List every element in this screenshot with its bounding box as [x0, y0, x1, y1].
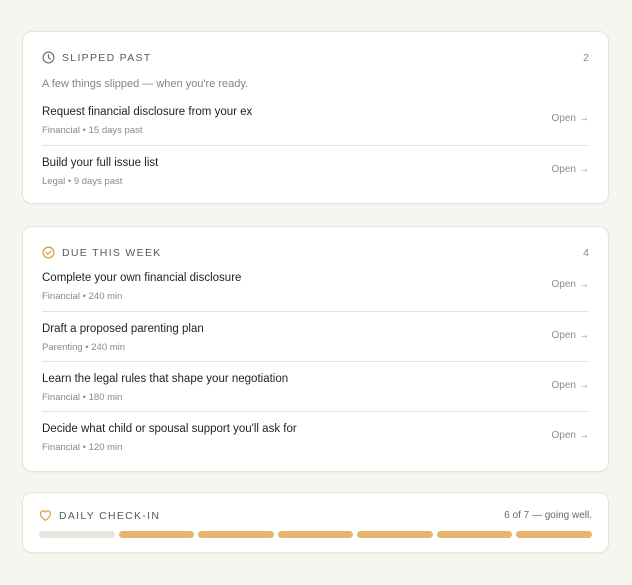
due-this-week-header: Due this week 4: [42, 246, 589, 259]
task-meta: Financial • 180 min: [42, 392, 123, 403]
progress-segment-filled: [436, 531, 513, 538]
task-meta: Legal • 9 days past: [42, 176, 123, 187]
due-this-week-count: 4: [583, 246, 589, 259]
progress-segment-filled: [357, 531, 433, 538]
slipped-past-header: Slipped past 2: [42, 51, 589, 64]
task-row[interactable]: Build your full issue list Legal • 9 day…: [42, 145, 589, 195]
arrow-right-icon: →: [579, 279, 589, 290]
progress-segment-empty: [39, 531, 115, 538]
open-label: Open: [551, 430, 576, 441]
open-label: Open: [551, 113, 576, 124]
task-title: Draft a proposed parenting plan: [42, 323, 204, 335]
task-title: Request financial disclosure from your e…: [42, 106, 253, 118]
task-title: Build your full issue list: [42, 157, 159, 169]
slipped-past-title: Slipped past: [62, 51, 152, 64]
task-row[interactable]: Decide what child or spousal support you…: [42, 411, 589, 461]
task-meta: Financial • 120 min: [42, 442, 123, 453]
open-button[interactable]: Open →: [552, 330, 589, 341]
task-title: Decide what child or spousal support you…: [42, 423, 297, 435]
open-button[interactable]: Open →: [552, 164, 589, 175]
open-button[interactable]: Open →: [552, 430, 589, 441]
arrow-right-icon: →: [579, 330, 589, 341]
check-in-progress-bar: [39, 531, 593, 538]
task-title: Learn the legal rules that shape your ne…: [42, 373, 289, 385]
task-row[interactable]: Draft a proposed parenting plan Parentin…: [42, 311, 589, 361]
arrow-right-icon: →: [579, 164, 589, 175]
progress-segment-filled: [198, 531, 274, 538]
open-label: Open: [551, 380, 576, 391]
task-meta: Financial • 240 min: [42, 291, 123, 302]
task-row[interactable]: Request financial disclosure from your e…: [42, 95, 589, 145]
slipped-past-card: Slipped past 2 A few things slipped — wh…: [22, 31, 609, 204]
task-row[interactable]: Learn the legal rules that shape your ne…: [42, 361, 589, 411]
arrow-right-icon: →: [579, 380, 589, 391]
open-label: Open: [551, 330, 576, 341]
open-label: Open: [551, 279, 576, 290]
slipped-past-intro: A few things slipped — when you're ready…: [42, 78, 249, 90]
clock-icon: [42, 51, 55, 64]
slipped-past-count: 2: [583, 51, 589, 64]
task-row[interactable]: Complete your own financial disclosure F…: [42, 261, 589, 311]
open-label: Open: [551, 164, 576, 175]
open-button[interactable]: Open →: [552, 380, 589, 391]
daily-check-in-header: Daily check-in 6 of 7 — going well.: [39, 509, 592, 522]
daily-check-in-title: Daily check-in: [59, 509, 161, 522]
heart-icon: [39, 509, 52, 522]
open-button[interactable]: Open →: [552, 279, 589, 290]
check-circle-icon: [42, 246, 55, 259]
open-button[interactable]: Open →: [552, 113, 589, 124]
arrow-right-icon: →: [579, 113, 589, 124]
task-title: Complete your own financial disclosure: [42, 272, 242, 284]
due-this-week-title: Due this week: [62, 246, 162, 259]
arrow-right-icon: →: [579, 430, 589, 441]
progress-segment-filled: [118, 531, 195, 538]
due-this-week-card: Due this week 4 Complete your own financ…: [22, 226, 609, 472]
task-meta: Parenting • 240 min: [42, 342, 126, 353]
daily-check-in-card[interactable]: Daily check-in 6 of 7 — going well.: [22, 492, 609, 553]
daily-check-in-status: 6 of 7 — going well.: [504, 510, 592, 521]
task-meta: Financial • 15 days past: [42, 125, 143, 136]
progress-segment-filled: [516, 531, 593, 538]
progress-segment-filled: [277, 531, 354, 538]
